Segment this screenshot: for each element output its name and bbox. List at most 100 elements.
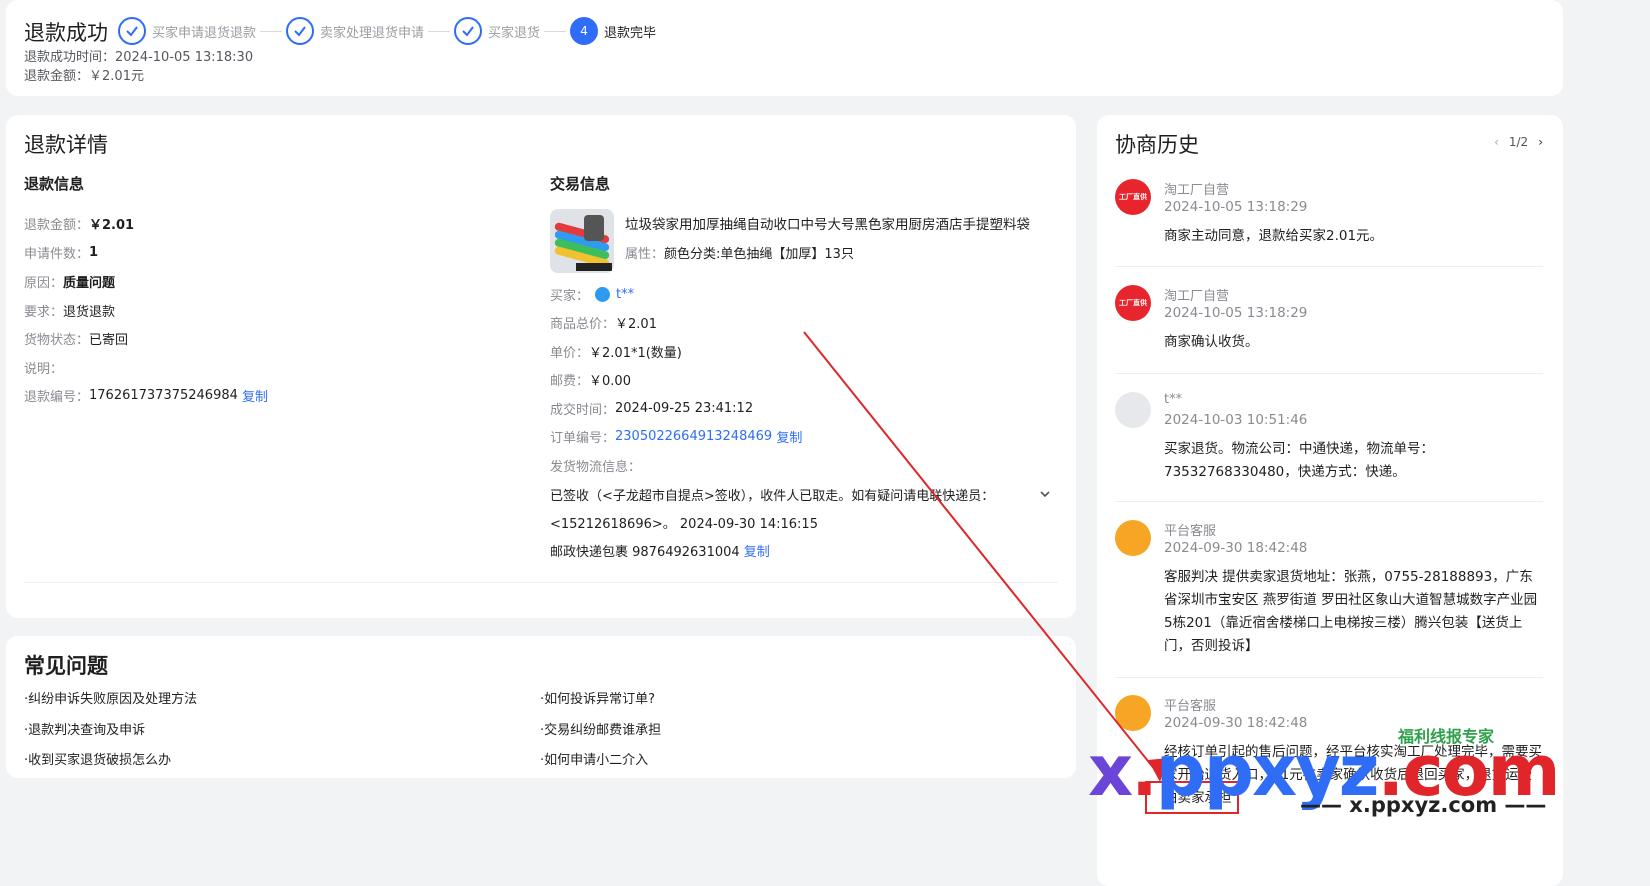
step-connector [260, 30, 283, 32]
row-key: 要求： [24, 305, 64, 320]
trade-row: 邮费： ￥0.00 [550, 370, 631, 389]
entry-author: 平台客服 [1164, 524, 1217, 539]
order-number-link[interactable]: 2305022664913248469 [615, 429, 772, 444]
refund-info-title: 退款信息 [24, 175, 85, 193]
history-pager: ‹ 1/2 › [1494, 135, 1543, 149]
refund-amount-label: 退款金额： [24, 69, 90, 84]
faq-link[interactable]: ·如何投诉异常订单? [540, 688, 655, 707]
attr-value: 颜色分类:单色抽绳【加厚】13只 [664, 247, 854, 262]
refund-row: 退款金额： ￥2.01 [24, 214, 134, 233]
step-connector [544, 30, 567, 32]
express-row: 邮政快递包裹 9876492631004 复制 [550, 541, 770, 560]
refund-row: 退款编号： 176261737375246984 复制 [24, 386, 268, 405]
prev-page-button[interactable]: ‹ [1494, 135, 1499, 149]
product-thumbnail[interactable] [550, 209, 614, 273]
refund-row: 说明： [24, 358, 63, 377]
row-key: 商品总价： [550, 317, 616, 332]
row-key: 退款编号： [24, 390, 90, 405]
entry-time: 2024-10-05 13:18:29 [1164, 305, 1308, 321]
trade-row: 商品总价： ￥2.01 [550, 313, 657, 332]
entry-message: 买家退货。物流公司：中通快递，物流单号：73532768330480，快递方式：… [1164, 441, 1434, 480]
faq-link[interactable]: ·如何申请小二介入 [540, 749, 648, 768]
product-title[interactable]: 垃圾袋家用加厚抽绳自动收口中号大号黑色家用厨房酒店手提塑料袋 [625, 213, 1030, 233]
shipping-info: 已签收（<子龙超市自提点>签收），收件人已取走。如有疑问请电联快递员：<1521… [550, 489, 995, 532]
trade-row: 成交时间： 2024-09-25 23:41:12 [550, 399, 753, 418]
row-value: ￥2.01 [89, 218, 135, 233]
success-time: 2024-10-05 13:18:30 [115, 50, 254, 65]
row-key: 邮费： [550, 374, 590, 389]
row-value: 质量问题 [63, 276, 116, 291]
buyer-name-link[interactable]: t** [616, 287, 634, 302]
copy-order-number-link[interactable]: 复制 [776, 427, 802, 446]
check-icon [118, 17, 146, 45]
page-indicator: 1/2 [1508, 135, 1529, 149]
refund-row: 货物状态： 已寄回 [24, 329, 128, 348]
row-value: ￥2.01*1(数量) [589, 346, 682, 361]
history-entry: t** 2024-10-03 10:51:46 买家退货。物流公司：中通快递，物… [1115, 392, 1543, 502]
row-key: 说明： [24, 362, 64, 377]
step-label: 卖家处理退货申请 [320, 25, 425, 41]
refund-row: 申请件数： 1 [24, 243, 98, 262]
attr-label: 属性： [625, 247, 665, 262]
refund-status-card: 退款成功 买家申请退货退款 卖家处理退货申请 买家退货 4 退款完毕 退款成功时… [6, 0, 1563, 96]
check-icon [286, 17, 315, 45]
step-number: 4 [570, 17, 599, 45]
copy-refund-number-link[interactable]: 复制 [242, 386, 268, 405]
entry-time: 2024-10-03 10:51:46 [1164, 412, 1308, 428]
shipping-label: 发货物流信息： [550, 460, 642, 475]
trade-info-title: 交易信息 [550, 175, 611, 193]
row-value: 2024-09-25 23:41:12 [615, 401, 754, 416]
refund-row: 原因： 质量问题 [24, 272, 115, 291]
user-avatar [1115, 392, 1151, 428]
entry-author: t** [1164, 392, 1183, 407]
history-title: 协商历史 [1115, 133, 1199, 157]
detail-title: 退款详情 [24, 133, 108, 157]
customer-service-avatar [1115, 695, 1151, 731]
step-3: 买家退货 [454, 17, 540, 45]
entry-time: 2024-09-30 18:42:48 [1164, 540, 1308, 556]
row-key: 货物状态： [24, 333, 90, 348]
copy-express-link[interactable]: 复制 [744, 541, 770, 560]
faq-title: 常见问题 [24, 654, 108, 678]
refund-amount-line: 退款金额：￥2.01元 [24, 65, 144, 84]
entry-time: 2024-10-05 13:18:29 [1164, 199, 1308, 215]
shop-avatar: 工厂直供 [1115, 285, 1151, 321]
step-2: 卖家处理退货申请 [286, 17, 424, 45]
row-key: 买家： [550, 289, 590, 304]
shop-avatar-text: 工厂直供 [1119, 299, 1147, 307]
chevron-down-icon[interactable] [1038, 487, 1052, 501]
trade-row: 单价： ￥2.01*1(数量) [550, 342, 682, 361]
step-label: 退款完毕 [604, 25, 657, 41]
row-key: 订单编号： [550, 431, 616, 446]
faq-link[interactable]: ·退款判决查询及申诉 [24, 719, 145, 738]
row-key: 原因： [24, 276, 64, 291]
row-key: 单价： [550, 346, 590, 361]
check-icon [454, 17, 483, 45]
refund-row: 要求： 退货退款 [24, 301, 115, 320]
status-title: 退款成功 [24, 21, 108, 45]
row-key: 退款金额： [24, 218, 90, 233]
row-value: 已寄回 [89, 333, 129, 348]
entry-author: 平台客服 [1164, 699, 1217, 714]
entry-message: 客服判决 提供卖家退货地址：张燕，0755-28188893，广东省深圳市宝安区… [1164, 569, 1538, 654]
entry-author: 淘工厂自营 [1164, 289, 1230, 304]
row-value: 1 [89, 245, 99, 260]
refund-amount: ￥2.01元 [89, 69, 144, 84]
divider [1115, 266, 1543, 267]
history-entry: 平台客服 2024-09-30 18:42:48 客服判决 提供卖家退货地址：张… [1115, 520, 1543, 678]
entry-message: 商家确认收货。 [1164, 334, 1259, 350]
order-row: 订单编号： 2305022664913248469 复制 [550, 427, 802, 446]
shop-avatar-text: 工厂直供 [1119, 193, 1147, 201]
success-time-line: 退款成功时间：2024-10-05 13:18:30 [24, 46, 253, 65]
row-value: ￥0.00 [589, 374, 631, 389]
faq-link[interactable]: ·交易纠纷邮费谁承担 [540, 719, 661, 738]
faq-link[interactable]: ·纠纷申诉失败原因及处理方法 [24, 688, 197, 707]
history-entry: 工厂直供 淘工厂自营 2024-10-05 13:18:29 商家主动同意，退款… [1115, 179, 1543, 267]
faq-link[interactable]: ·收到买家退货破损怎么办 [24, 749, 171, 768]
buyer-row: 买家： t** [550, 285, 634, 304]
shop-avatar: 工厂直供 [1115, 179, 1151, 215]
customer-service-avatar [1115, 520, 1151, 556]
refund-number: 176261737375246984 [89, 388, 238, 403]
next-page-button[interactable]: › [1538, 135, 1543, 149]
row-value: ￥2.01 [615, 317, 657, 332]
